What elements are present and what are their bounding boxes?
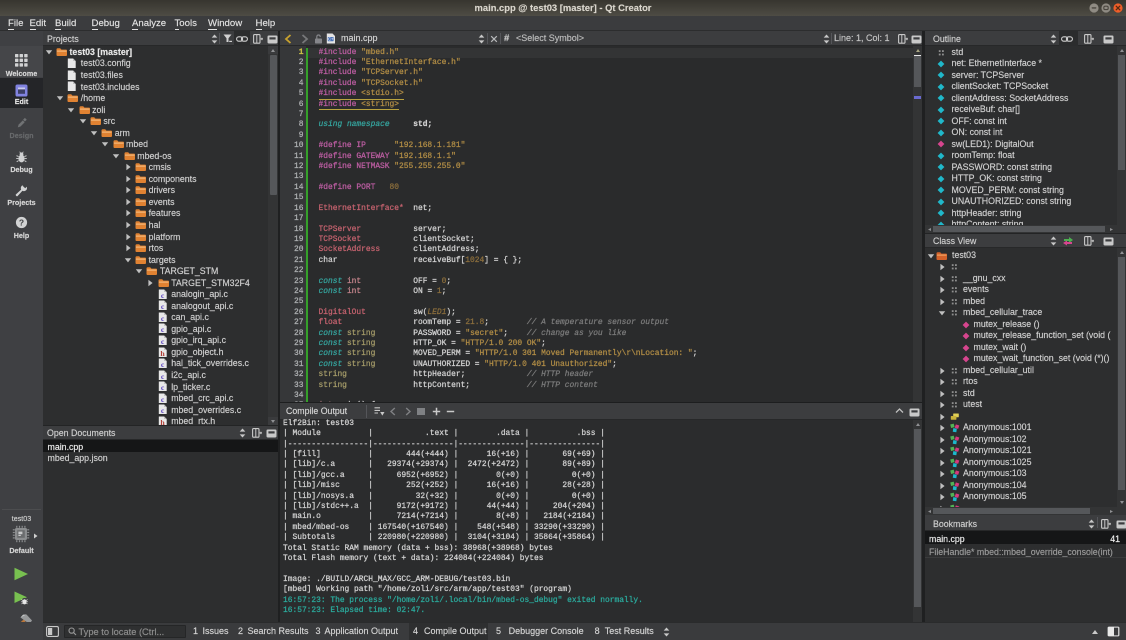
svg-text:c: c <box>161 325 165 334</box>
svg-text:h: h <box>160 348 165 357</box>
svg-text:c: c <box>161 302 165 311</box>
svg-text:h: h <box>160 418 165 425</box>
svg-text:c: c <box>161 291 165 300</box>
svg-text:c: c <box>161 314 165 323</box>
svg-text:c: c <box>161 406 165 415</box>
svg-text:c: c <box>161 337 165 346</box>
svg-text:c: c <box>161 394 165 403</box>
svg-text:c: c <box>161 371 165 380</box>
svg-text:c: c <box>161 360 165 369</box>
svg-text:C+: C+ <box>327 37 333 42</box>
svg-text:?: ? <box>19 217 24 227</box>
svg-text:c: c <box>161 383 165 392</box>
